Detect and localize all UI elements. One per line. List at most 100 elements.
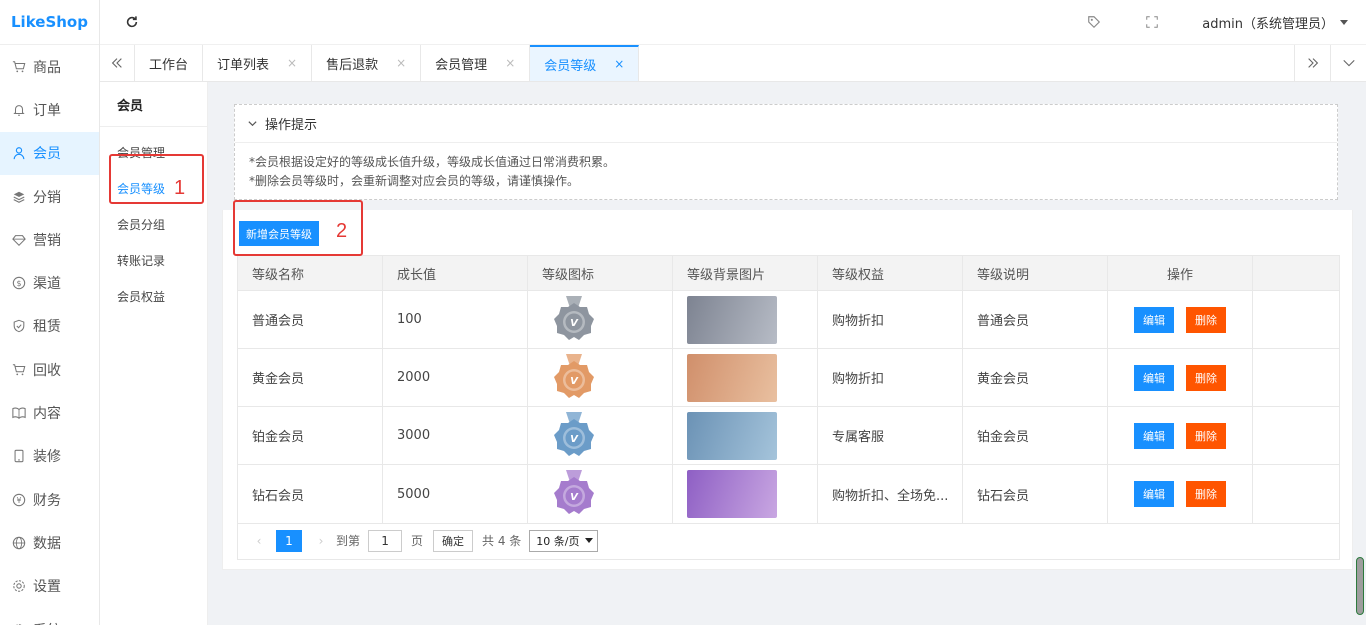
tabs-bar: 工作台 订单列表 × 售后退款 × 会员管理 × 会员等级 × — [100, 45, 1366, 82]
level-icon-cell: V — [528, 349, 673, 406]
sidebar-item[interactable]: ¥ 财务 — [0, 478, 99, 521]
level-background-image — [687, 295, 777, 344]
actions-cell: 编辑 删除 — [1108, 291, 1253, 348]
column-filler — [1253, 465, 1339, 523]
tabs-scroll-left-icon[interactable] — [100, 45, 135, 81]
submenu-item[interactable]: 转账记录 — [100, 242, 207, 278]
delete-button[interactable]: 删除 — [1186, 481, 1226, 507]
level-name-cell: 铂金会员 — [238, 407, 383, 464]
phone-icon — [12, 449, 26, 463]
goto-page-input[interactable]: 1 — [368, 529, 403, 552]
tab[interactable]: 售后退款 × — [312, 45, 422, 81]
edit-button[interactable]: 编辑 — [1134, 364, 1174, 391]
level-icon-cell: V — [528, 407, 673, 464]
actions-cell: 编辑 删除 — [1108, 407, 1253, 464]
fullscreen-icon[interactable] — [1144, 14, 1160, 30]
close-icon[interactable]: × — [396, 56, 406, 70]
annotation-box-1 — [109, 154, 204, 204]
edit-button[interactable]: 编辑 — [1134, 306, 1174, 333]
sidebar-item[interactable]: 设置 — [0, 565, 99, 608]
table-header-row: 等级名称 成长值 等级图标 等级背景图片 等级权益 等级说明 操作 — [238, 256, 1339, 291]
growth-value-cell: 3000 — [383, 407, 528, 464]
sidebar-item[interactable]: 分销 — [0, 175, 99, 218]
page-size-value: 10 条/页 — [536, 534, 580, 548]
list-panel: 新增会员等级 等级名称 成长值 等级图标 等级背景图片 等级权益 等级说明 操作 普通会员 10… — [222, 210, 1353, 570]
sidebar-item-label: 数据 — [33, 535, 61, 552]
sidebar-item-label: 系统 — [33, 620, 61, 625]
level-rights-cell: 专属客服 — [818, 407, 963, 464]
total-count: 共 4 条 — [482, 534, 522, 548]
delete-button[interactable]: 删除 — [1186, 422, 1226, 449]
level-icon-cell: V — [528, 465, 673, 523]
user-name: admin（系统管理员） — [1202, 16, 1334, 32]
tab-label: 会员管理 — [435, 57, 488, 73]
edit-button[interactable]: 编辑 — [1134, 481, 1174, 507]
delete-button[interactable]: 删除 — [1186, 364, 1226, 391]
svg-text:$: $ — [16, 279, 21, 288]
close-icon[interactable]: × — [505, 56, 515, 70]
sidebar-item[interactable]: 会员 — [0, 131, 99, 175]
sidebar-item-label: 内容 — [33, 406, 61, 423]
column-header: 等级图标 — [528, 256, 673, 290]
user-menu[interactable]: admin（系统管理员） — [1202, 13, 1348, 32]
submenu-item[interactable]: 会员分组 — [100, 206, 207, 242]
submenu-title: 会员 — [100, 82, 207, 127]
page-current[interactable]: 1 — [276, 529, 302, 552]
sidebar-item[interactable]: $ 渠道 — [0, 261, 99, 304]
sidebar-item[interactable]: 订单 — [0, 88, 99, 131]
main-sidebar: LikeShop 商品订单会员分销营销 $ 渠道租赁回收内容装修 ¥ 财务数据设置系统 — [0, 0, 100, 625]
medal-icon: V — [550, 352, 598, 404]
sidebar-item[interactable]: 系统 — [0, 608, 99, 625]
edit-button[interactable]: 编辑 — [1134, 422, 1174, 449]
layers-icon — [12, 190, 26, 204]
sidebar-item[interactable]: 装修 — [0, 435, 99, 478]
tab[interactable]: 订单列表 × — [203, 45, 313, 81]
submenu-item[interactable]: 会员权益 — [100, 278, 207, 314]
user-icon — [12, 146, 26, 160]
tabs-scroll-right-icon[interactable] — [1294, 45, 1330, 81]
level-background-image — [687, 470, 777, 518]
refresh-icon[interactable] — [123, 13, 141, 31]
next-page-icon[interactable]: › — [314, 534, 328, 548]
page-label: 页 — [411, 534, 424, 548]
goto-confirm-button[interactable]: 确定 — [433, 529, 474, 552]
growth-value-cell: 100 — [383, 291, 528, 348]
tab[interactable]: 工作台 — [135, 45, 204, 81]
tab[interactable]: 会员等级 × — [530, 45, 640, 81]
sidebar-item[interactable]: 商品 — [0, 45, 99, 88]
sidebar-item[interactable]: 租赁 — [0, 305, 99, 348]
level-background-cell — [673, 465, 818, 523]
tabs-more-icon[interactable] — [1330, 45, 1366, 81]
sidebar-item[interactable]: 内容 — [0, 391, 99, 434]
close-icon[interactable]: × — [287, 56, 297, 70]
column-header: 等级权益 — [818, 256, 963, 290]
goto-label: 到第 — [336, 534, 361, 548]
sidebar-item[interactable]: 回收 — [0, 348, 99, 391]
page-size-select[interactable]: 10 条/页 — [529, 529, 598, 552]
sidebar-item[interactable]: 营销 — [0, 218, 99, 261]
gear-icon — [12, 579, 26, 593]
tab[interactable]: 会员管理 × — [421, 45, 531, 81]
tips-title: 操作提示 — [265, 118, 318, 133]
sidebar-item[interactable]: 数据 — [0, 521, 99, 564]
delete-button[interactable]: 删除 — [1186, 306, 1226, 333]
level-desc-cell: 钻石会员 — [963, 465, 1108, 523]
tag-icon[interactable] — [1086, 14, 1102, 30]
logo-text-b: Shop — [45, 13, 88, 31]
sidebar-item-label: 会员 — [33, 146, 61, 163]
page-scrollbar[interactable] — [1356, 557, 1364, 615]
sidebar-nav: 商品订单会员分销营销 $ 渠道租赁回收内容装修 ¥ 财务数据设置系统 — [0, 45, 99, 625]
table-row: 铂金会员 3000 V 专属客服 铂金会员 编辑 删除 — [238, 407, 1339, 465]
close-icon[interactable]: × — [614, 57, 624, 71]
diamond-icon — [12, 233, 26, 247]
tab-label: 工作台 — [149, 57, 189, 73]
prev-page-icon[interactable]: ‹ — [252, 534, 266, 548]
dollar-icon: $ — [12, 276, 26, 290]
tabs-list: 工作台 订单列表 × 售后退款 × 会员管理 × 会员等级 × — [135, 45, 640, 81]
sidebar-item-label: 设置 — [33, 579, 61, 596]
tips-header[interactable]: 操作提示 — [235, 105, 1337, 143]
level-desc-cell: 黄金会员 — [963, 349, 1108, 406]
logo[interactable]: Like Shop — [0, 0, 99, 45]
cart-icon — [12, 363, 26, 377]
medal-icon: V — [550, 410, 598, 462]
